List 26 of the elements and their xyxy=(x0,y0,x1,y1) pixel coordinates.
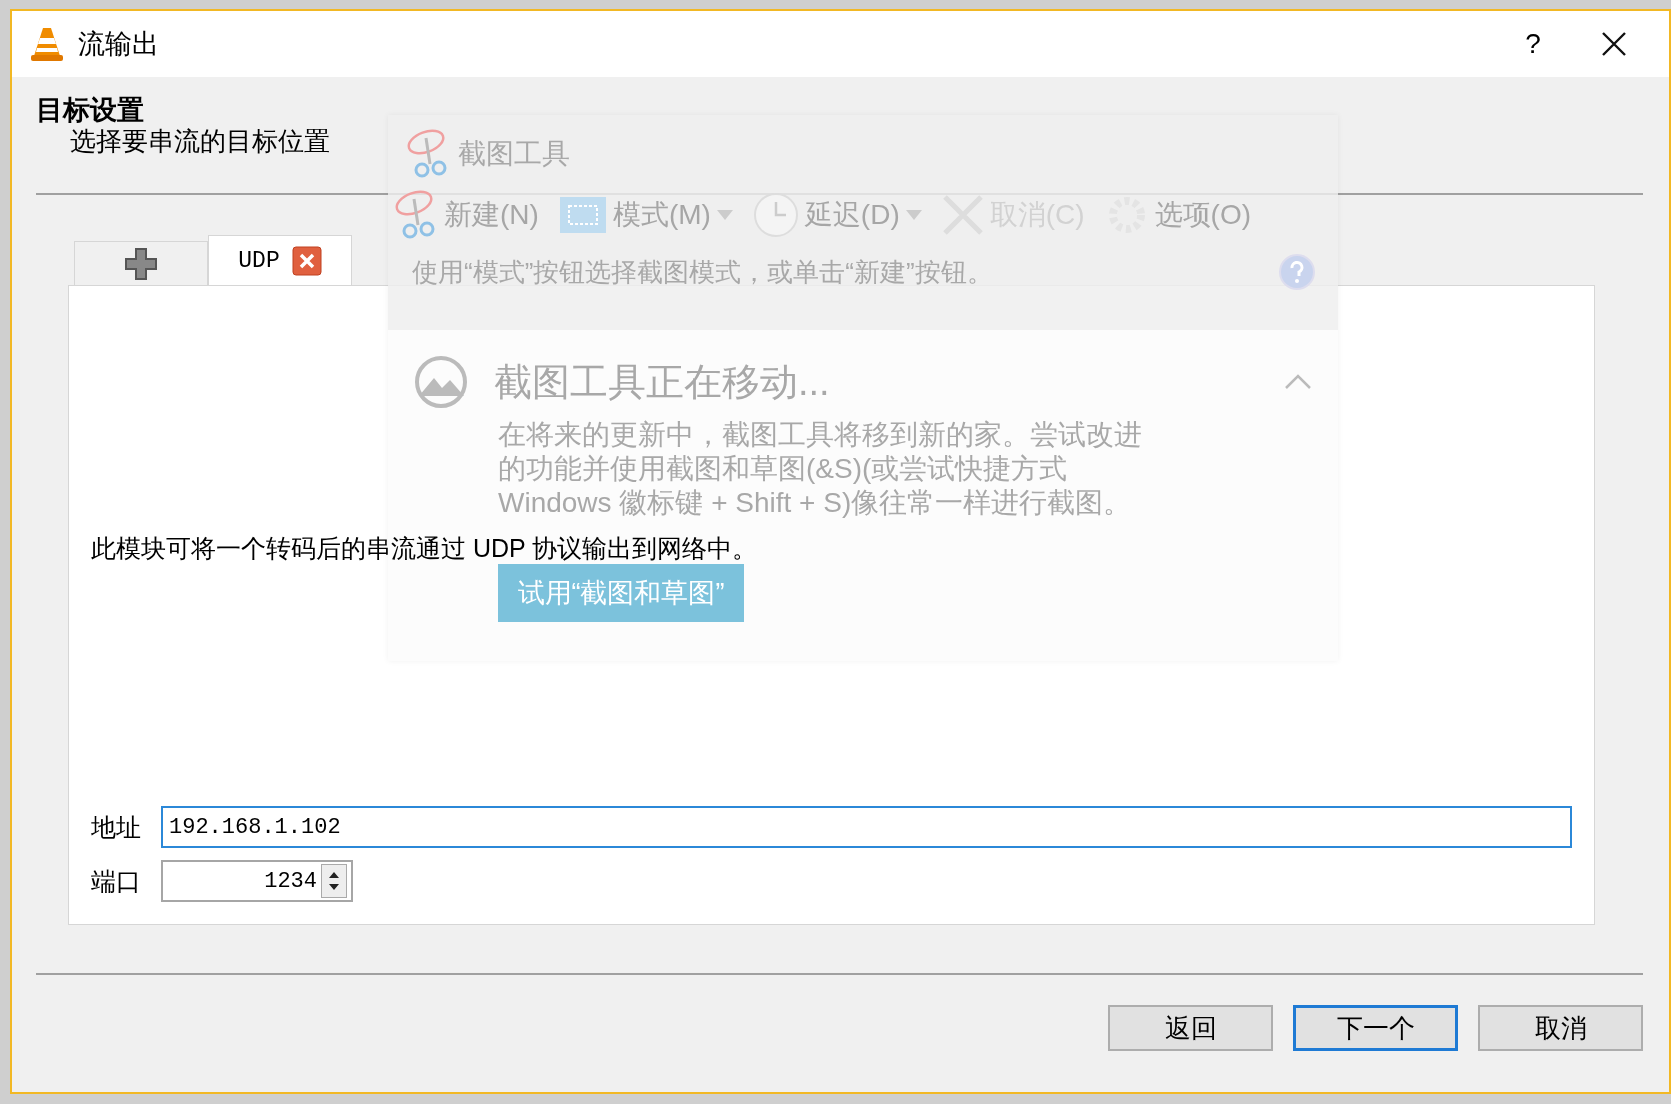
dialog-button[interactable]: 取消 xyxy=(1478,1005,1643,1051)
port-spinbox[interactable]: 1234 xyxy=(161,860,353,902)
close-icon[interactable] xyxy=(1601,31,1627,57)
field-label: 端口 xyxy=(91,865,142,897)
address-field[interactable]: 192.168.1.102 xyxy=(161,806,1572,848)
window-title: 截图工具 xyxy=(458,137,570,171)
rectangle-mode-icon xyxy=(558,196,607,234)
help-button[interactable]: ? xyxy=(1501,28,1565,60)
field-label: 地址 xyxy=(91,811,142,843)
section-title: 目标设置 xyxy=(36,95,144,125)
clock-icon xyxy=(752,192,799,238)
notice-text: 在将来的更新中，截图工具将移到新的家。尝试改进的功能并使用截图和草图(&S)(或尝试快捷方式 Windows 徽标键 + Shift + S)像往常一样进行截图。 xyxy=(498,418,1143,520)
section-subtitle: 选择要串流的目标位置 xyxy=(70,125,330,157)
notice-title: 截图工具正在移动... xyxy=(494,359,831,405)
close-tab-icon[interactable] xyxy=(291,245,322,276)
tab[interactable]: UDP xyxy=(208,235,352,285)
window-title: 流输出 xyxy=(78,28,160,61)
traffic-cone-icon xyxy=(30,26,64,62)
tab[interactable] xyxy=(74,241,208,285)
mountain-badge-icon xyxy=(412,356,470,408)
dialog-button[interactable]: 返回 xyxy=(1108,1005,1273,1051)
hint-text: 使用“模式”按钮选择截图模式，或单击“新建”按钮。 xyxy=(412,255,994,289)
module-description: 此模块可将一个转码后的串流通过 UDP 协议输出到网络中。 xyxy=(91,533,758,564)
plus-icon xyxy=(124,246,158,281)
spin-arrows-icon[interactable] xyxy=(321,864,347,898)
dialog-button[interactable]: 下一个 xyxy=(1293,1005,1458,1051)
